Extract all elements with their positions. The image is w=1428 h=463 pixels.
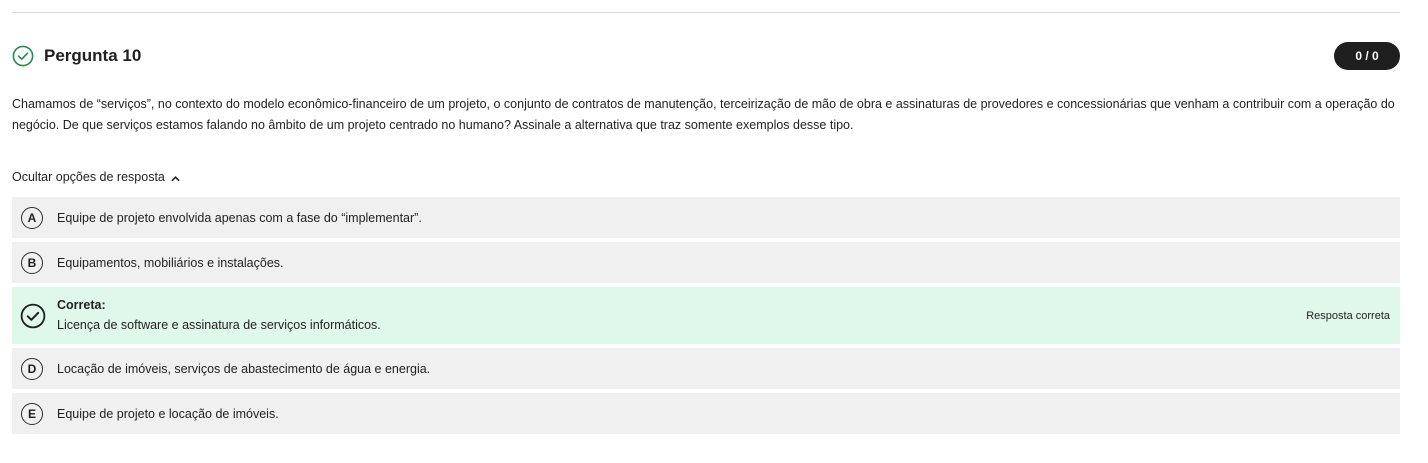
option-c-correct[interactable]: Correta: Licença de software e assinatur… bbox=[12, 287, 1400, 344]
correct-body: Correta: Licença de software e assinatur… bbox=[57, 296, 1306, 336]
check-circle-icon bbox=[20, 303, 46, 328]
option-text: Locação de imóveis, serviços de abasteci… bbox=[57, 361, 431, 376]
option-text: Equipe de projeto envolvida apenas com a… bbox=[57, 210, 422, 225]
option-text: Licença de software e assinatura de serv… bbox=[57, 317, 381, 332]
option-d[interactable]: D Locação de imóveis, serviços de abaste… bbox=[12, 348, 1400, 389]
correct-label: Correta: bbox=[57, 297, 106, 312]
correct-answer-tag: Resposta correta bbox=[1306, 309, 1390, 322]
top-divider bbox=[12, 12, 1400, 13]
option-letter: A bbox=[21, 206, 43, 229]
option-letter: B bbox=[21, 251, 43, 274]
question-header: Pergunta 10 0 / 0 bbox=[12, 42, 1400, 70]
hide-options-toggle[interactable]: Ocultar opções de resposta bbox=[12, 170, 180, 184]
chevron-up-icon bbox=[171, 175, 180, 181]
check-circle-icon bbox=[12, 45, 34, 67]
question-title: Pergunta 10 bbox=[44, 46, 142, 65]
score-badge: 0 / 0 bbox=[1334, 42, 1400, 70]
toggle-label: Ocultar opções de resposta bbox=[12, 170, 165, 184]
option-text: Equipe de projeto e locação de imóveis. bbox=[57, 406, 279, 421]
answer-options: A Equipe de projeto envolvida apenas com… bbox=[12, 197, 1400, 438]
option-text: Equipamentos, mobiliários e instalações. bbox=[57, 255, 284, 270]
option-e[interactable]: E Equipe de projeto e locação de imóveis… bbox=[12, 393, 1400, 434]
option-letter: E bbox=[21, 402, 43, 425]
option-a[interactable]: A Equipe de projeto envolvida apenas com… bbox=[12, 197, 1400, 238]
option-letter: D bbox=[21, 357, 43, 380]
question-text: Chamamos de “serviços”, no contexto do m… bbox=[12, 97, 1395, 132]
option-b[interactable]: B Equipamentos, mobiliários e instalaçõe… bbox=[12, 242, 1400, 283]
title-wrap: Pergunta 10 bbox=[12, 45, 141, 67]
